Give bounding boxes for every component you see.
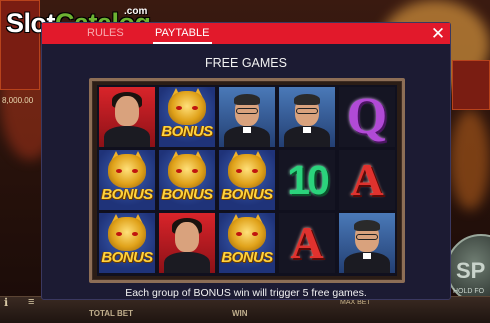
glasses [356, 234, 378, 240]
priest-symbol [339, 213, 395, 273]
bonus-text: BONUS [221, 249, 273, 266]
spin-hold-label: HOLD FO [453, 288, 485, 295]
priest-symbol [219, 87, 275, 147]
bonus-text: BONUS [221, 186, 273, 203]
paytable-dialog: RULES PAYTABLE ✕ FREE GAMES BONUS Q BONU… [41, 22, 451, 300]
bonus-symbol: BONUS [219, 213, 275, 273]
bonus-text: BONUS [161, 123, 213, 140]
priest-hair [354, 220, 380, 231]
win-label: WIN [232, 309, 248, 318]
dialog-header: RULES PAYTABLE ✕ [42, 23, 450, 44]
dragon-eye [132, 232, 138, 236]
dragon-head [228, 154, 266, 188]
dragon-head [108, 154, 146, 188]
dragon-eye [252, 169, 258, 173]
tab-rules[interactable]: RULES [87, 27, 124, 39]
dragon-head [108, 217, 146, 251]
hero-symbol [159, 213, 215, 273]
dragon-eye [236, 232, 242, 236]
bonus-text: BONUS [161, 186, 213, 203]
bonus-symbol: BONUS [99, 150, 155, 210]
dragon-eye [252, 232, 258, 236]
bonus-symbol: BONUS [159, 150, 215, 210]
reel-frame: BONUS Q BONUS BONUS BONUS 10 A BONUS BON… [89, 78, 405, 283]
bonus-text: BONUS [101, 186, 153, 203]
hero-face [115, 96, 139, 126]
bg-sign [452, 60, 490, 110]
hero-torso [104, 126, 150, 147]
ten-text: 10 [287, 156, 330, 203]
dragon-eye [192, 169, 198, 173]
clerical-collar [303, 127, 311, 133]
dragon-eye [236, 169, 242, 173]
balance-readout: 8,000.00 [2, 96, 34, 105]
dragon-head [168, 154, 206, 188]
dragon-eye [116, 169, 122, 173]
bg-light [450, 110, 490, 210]
info-icon[interactable]: ℹ [4, 296, 20, 312]
a-symbol: A [339, 150, 395, 210]
a-symbol: A [279, 213, 335, 273]
glasses [236, 108, 258, 114]
max-bet-label[interactable]: MAX BET [340, 299, 371, 306]
priest-hair [234, 94, 260, 105]
hero-face [175, 222, 199, 252]
q-symbol: Q [339, 87, 395, 147]
dragon-eye [176, 106, 182, 110]
priest-hair [294, 94, 320, 105]
ten-symbol: 10 [279, 150, 335, 210]
clerical-collar [243, 127, 251, 133]
dragon-head [228, 217, 266, 251]
active-tab-indicator [153, 42, 212, 44]
a-text: A [290, 217, 324, 268]
dragon-eye [192, 106, 198, 110]
reel-grid: BONUS Q BONUS BONUS BONUS 10 A BONUS BON… [97, 85, 397, 276]
glasses [296, 108, 318, 114]
section-title: FREE GAMES [205, 56, 287, 70]
total-bet-label: TOTAL BET [89, 309, 133, 318]
logo-domain: .com [124, 6, 148, 17]
dragon-head [168, 91, 206, 125]
dragon-eye [176, 169, 182, 173]
tab-paytable[interactable]: PAYTABLE [155, 27, 209, 39]
spin-label: SP [456, 258, 486, 283]
bonus-symbol: BONUS [99, 213, 155, 273]
hero-symbol [99, 87, 155, 147]
bonus-symbol: BONUS [159, 87, 215, 147]
hero-torso [164, 252, 210, 273]
bonus-symbol: BONUS [219, 150, 275, 210]
bonus-text: BONUS [101, 249, 153, 266]
free-games-description: Each group of BONUS win will trigger 5 f… [125, 287, 367, 299]
priest-symbol [279, 87, 335, 147]
dragon-eye [132, 169, 138, 173]
a-text: A [350, 154, 384, 205]
dragon-eye [116, 232, 122, 236]
close-icon[interactable]: ✕ [428, 24, 448, 43]
clerical-collar [363, 253, 371, 259]
q-text: Q [346, 88, 388, 145]
